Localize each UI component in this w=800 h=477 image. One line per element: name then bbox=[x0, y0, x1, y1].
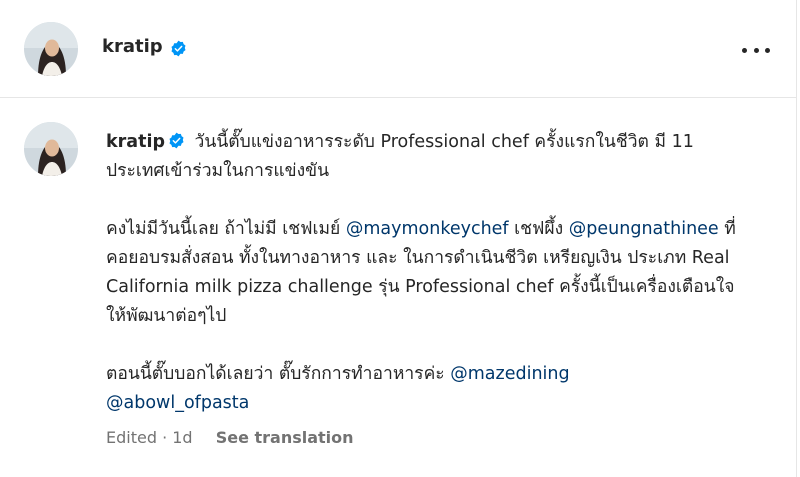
verified-badge-icon bbox=[170, 40, 187, 57]
caption-text-segment: เชฟผึ้ง bbox=[508, 219, 569, 239]
post-author-username[interactable]: kratip bbox=[102, 36, 163, 57]
caption-username[interactable]: kratip bbox=[106, 132, 165, 152]
post-header: kratip bbox=[0, 0, 797, 98]
mention-link[interactable]: @mazedining bbox=[450, 364, 569, 384]
caption-meta: Edited · 1d See translation bbox=[106, 428, 354, 447]
verified-badge-icon bbox=[168, 130, 185, 149]
see-translation-button[interactable]: See translation bbox=[216, 428, 354, 447]
caption-text: kratip วันนี้ตั๊บแข่งอาหารระดับ Professi… bbox=[106, 128, 746, 418]
instagram-post: kratip kratip วันนี้ตั๊บแข่งอาหารระดับ P… bbox=[0, 0, 800, 477]
mention-link[interactable]: @peungnathinee bbox=[569, 219, 719, 239]
more-horizontal-icon bbox=[742, 47, 747, 53]
mention-link[interactable]: @abowl_ofpasta bbox=[106, 393, 249, 413]
caption-text-line1: วันนี้ตั๊บแข่งอาหารระดับ Professional ch… bbox=[106, 132, 694, 181]
edited-label: Edited bbox=[106, 428, 157, 447]
caption-avatar[interactable] bbox=[24, 122, 78, 176]
caption-paragraph-1: kratip วันนี้ตั๊บแข่งอาหารระดับ Professi… bbox=[106, 128, 746, 186]
caption-paragraph-3: ตอนนี้ตั๊บบอกได้เลยว่า ตั๊บรักการทำอาหาร… bbox=[106, 360, 746, 418]
more-dot bbox=[765, 47, 770, 53]
avatar[interactable] bbox=[24, 22, 78, 76]
meta-separator: · bbox=[156, 428, 173, 447]
caption-paragraph-2: คงไม่มีวันนี้เลย ถ้าไม่มี เชฟเมย์ @maymo… bbox=[106, 215, 746, 331]
mention-link[interactable]: @maymonkeychef bbox=[346, 219, 509, 239]
more-dot bbox=[753, 47, 759, 53]
caption-row: kratip วันนี้ตั๊บแข่งอาหารระดับ Professi… bbox=[0, 98, 797, 477]
caption-text-segment: ตอนนี้ตั๊บบอกได้เลยว่า ตั๊บรักการทำอาหาร… bbox=[106, 364, 451, 384]
caption-text-segment: คงไม่มีวันนี้เลย ถ้าไม่มี เชฟเมย์ bbox=[106, 219, 346, 239]
more-options-button[interactable] bbox=[742, 38, 770, 62]
post-time[interactable]: 1d bbox=[172, 428, 192, 447]
